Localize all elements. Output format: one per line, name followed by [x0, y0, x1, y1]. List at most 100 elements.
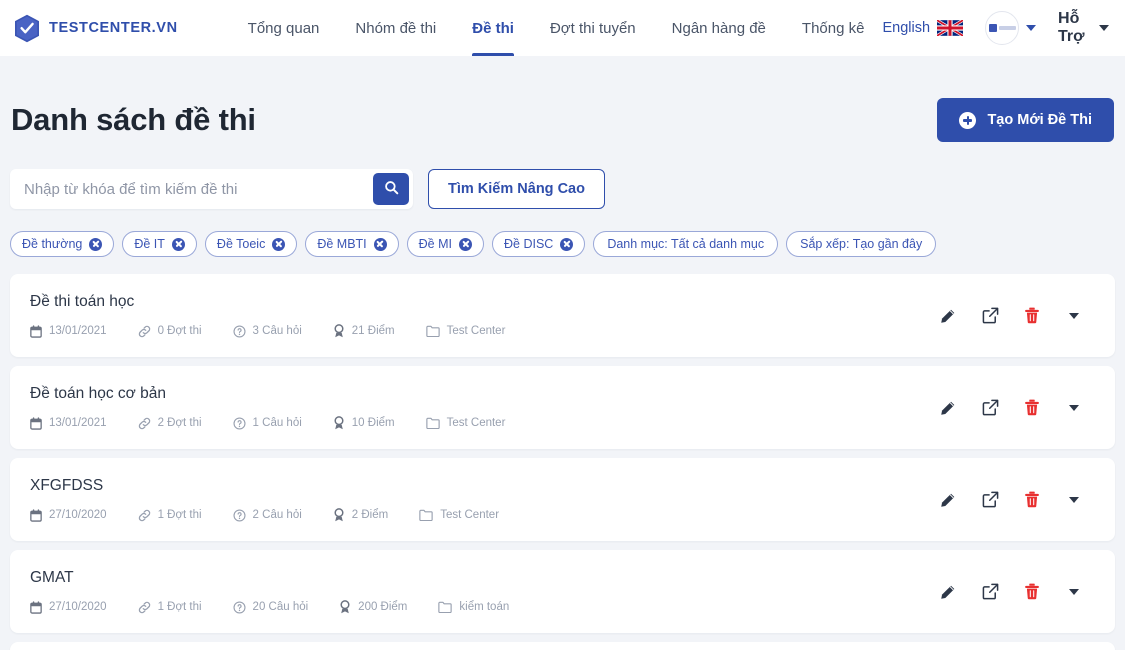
filter-chip-de-mbti[interactable]: Đề MBTI — [305, 231, 399, 257]
exam-row-actions — [927, 572, 1095, 612]
exam-row-actions — [927, 388, 1095, 428]
more-actions-button[interactable] — [1053, 388, 1095, 428]
exam-folder-text: Test Center — [446, 325, 506, 337]
filter-chip-de-mi[interactable]: Đề MI — [406, 231, 484, 257]
edit-exam-button[interactable] — [927, 388, 969, 428]
exam-title[interactable]: XFGFDSS — [30, 477, 927, 495]
exam-questions-text: 1 Câu hỏi — [252, 417, 302, 429]
advanced-search-button[interactable]: Tìm Kiếm Nâng Cao — [428, 169, 605, 209]
chevron-down-icon — [1069, 496, 1079, 503]
nav-item-nhom-de-thi[interactable]: Nhóm đề thi — [337, 0, 454, 56]
calendar-icon — [30, 600, 42, 614]
page-content: Danh sách đề thi Tạo Mới Đề Thi Tìm Kiếm… — [0, 56, 1125, 650]
brand-logo[interactable]: TESTCENTER.VN — [14, 14, 178, 43]
folder-icon — [438, 601, 453, 613]
exam-list-item[interactable]: GMAT 27/10/2020 1 Đợt thi 20 Câu hỏi 200… — [10, 550, 1115, 633]
exam-questions: 3 Câu hỏi — [233, 324, 302, 338]
search-button[interactable] — [373, 173, 409, 205]
uk-flag-icon — [937, 20, 964, 36]
exam-points: 10 Điểm — [333, 416, 395, 430]
trash-icon — [1024, 307, 1040, 324]
filter-chip-sap-xep[interactable]: Sắp xếp: Tạo gần đây — [786, 231, 937, 257]
exam-list-item[interactable] — [10, 642, 1115, 650]
exam-meta: 13/01/2021 2 Đợt thi 1 Câu hỏi 10 Điểm T… — [30, 416, 927, 430]
support-menu[interactable]: Hỗ Trợ — [1058, 10, 1109, 46]
main-nav: Tổng quan Nhóm đề thi Đề thi Đợt thi tuy… — [230, 0, 883, 56]
chip-label: Đề IT — [134, 237, 165, 251]
question-circle-icon — [233, 416, 246, 430]
edit-exam-button[interactable] — [927, 480, 969, 520]
nav-item-de-thi[interactable]: Đề thi — [454, 0, 532, 56]
nav-item-ngan-hang-de[interactable]: Ngân hàng đề — [654, 0, 784, 56]
exam-date-text: 27/10/2020 — [49, 509, 107, 521]
delete-exam-button[interactable] — [1011, 296, 1053, 336]
folder-icon — [425, 325, 440, 337]
delete-exam-button[interactable] — [1011, 388, 1053, 428]
nav-item-thong-ke[interactable]: Thống kê — [784, 0, 883, 56]
edit-exam-button[interactable] — [927, 572, 969, 612]
close-icon[interactable] — [560, 237, 574, 251]
exam-sessions: 2 Đợt thi — [138, 417, 202, 430]
exam-questions-text: 2 Câu hỏi — [252, 509, 302, 521]
user-avatar-menu[interactable] — [985, 11, 1037, 45]
exam-list-item[interactable]: Đề thi toán học 13/01/2021 0 Đợt thi 3 C… — [10, 274, 1115, 357]
search-row: Tìm Kiếm Nâng Cao — [10, 169, 1115, 209]
close-icon[interactable] — [459, 237, 472, 251]
delete-exam-button[interactable] — [1011, 572, 1053, 612]
external-link-icon — [982, 583, 999, 600]
exam-questions: 2 Câu hỏi — [233, 508, 302, 522]
exam-folder: kiểm toán — [438, 601, 509, 613]
exam-title[interactable]: Đề toán học cơ bản — [30, 385, 927, 403]
folder-icon — [425, 417, 440, 429]
nav-item-dot-thi-tuyen[interactable]: Đợt thi tuyển — [532, 0, 654, 56]
share-exam-button[interactable] — [969, 388, 1011, 428]
chip-label: Sắp xếp: Tạo gần đây — [800, 237, 923, 251]
exam-title[interactable]: GMAT — [30, 569, 927, 587]
filter-chip-de-disc[interactable]: Đề DISC — [492, 231, 586, 257]
close-icon[interactable] — [171, 237, 185, 251]
exam-title[interactable]: Đề thi toán học — [30, 293, 927, 311]
more-actions-button[interactable] — [1053, 572, 1095, 612]
exam-list-item[interactable]: Đề toán học cơ bản 13/01/2021 2 Đợt thi — [10, 366, 1115, 449]
share-exam-button[interactable] — [969, 480, 1011, 520]
close-icon[interactable] — [272, 237, 286, 251]
external-link-icon — [982, 399, 999, 416]
chevron-down-icon — [1069, 312, 1079, 319]
external-link-icon — [982, 491, 999, 508]
create-exam-button[interactable]: Tạo Mới Đề Thi — [937, 98, 1114, 142]
exam-folder: Test Center — [425, 417, 506, 429]
pencil-icon — [940, 308, 956, 324]
exam-info: Đề toán học cơ bản 13/01/2021 2 Đợt thi — [30, 385, 927, 430]
close-icon[interactable] — [89, 237, 103, 251]
filter-chip-danh-muc[interactable]: Danh mục: Tất cả danh mục — [593, 231, 779, 257]
exam-questions-text: 3 Câu hỏi — [252, 325, 302, 337]
share-exam-button[interactable] — [969, 572, 1011, 612]
search-input[interactable] — [10, 180, 373, 198]
edit-exam-button[interactable] — [927, 296, 969, 336]
filter-chip-de-thuong[interactable]: Đề thường — [10, 231, 115, 257]
exam-meta: 27/10/2020 1 Đợt thi 20 Câu hỏi 200 Điểm… — [30, 600, 927, 614]
page-title: Danh sách đề thi — [11, 102, 256, 137]
filter-chip-de-it[interactable]: Đề IT — [122, 231, 197, 257]
exam-sessions-text: 1 Đợt thi — [157, 601, 202, 613]
exam-date: 27/10/2020 — [30, 508, 107, 522]
exam-folder: Test Center — [425, 325, 506, 337]
filter-chip-de-toeic[interactable]: Đề Toeic — [204, 231, 298, 257]
exam-questions: 20 Câu hỏi — [233, 600, 308, 614]
more-actions-button[interactable] — [1053, 480, 1095, 520]
exam-folder-text: Test Center — [446, 417, 506, 429]
share-exam-button[interactable] — [969, 296, 1011, 336]
more-actions-button[interactable] — [1053, 296, 1095, 336]
exam-date-text: 13/01/2021 — [49, 325, 107, 337]
chevron-down-icon — [1099, 25, 1109, 31]
language-switcher[interactable]: English — [882, 20, 964, 36]
exam-list-item[interactable]: XFGFDSS 27/10/2020 1 Đợt thi 2 Câu hỏi 2… — [10, 458, 1115, 541]
nav-item-tong-quan[interactable]: Tổng quan — [230, 0, 338, 56]
plus-circle-icon — [959, 111, 977, 129]
nav-right-group: English Hỗ Trợ — [882, 10, 1109, 46]
chip-label: Đề MBTI — [317, 237, 367, 251]
exam-date-text: 13/01/2021 — [49, 417, 107, 429]
close-icon[interactable] — [373, 237, 387, 251]
delete-exam-button[interactable] — [1011, 480, 1053, 520]
chevron-down-icon — [1069, 404, 1079, 411]
